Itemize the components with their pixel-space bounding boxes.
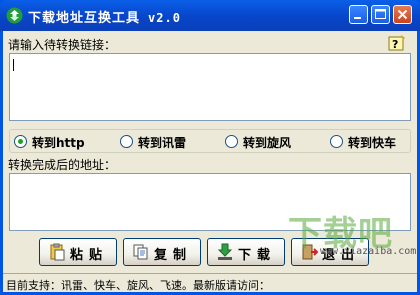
radio-kuaiche-label: 转到快车: [348, 136, 397, 150]
output-label: 转换完成后的地址：: [8, 158, 117, 172]
paste-icon: [50, 243, 65, 261]
status-bar: 目前支持：讯雷、快车、旋风、飞速。最新版请访问：: [3, 273, 417, 292]
text-caret: [13, 59, 14, 71]
radio-http-dot: [14, 135, 27, 148]
app-window: 下载地址互换工具 v2.0 请输入待转换链接： ? 转到http 转到讯雷 转到…: [0, 0, 420, 295]
close-button[interactable]: [393, 5, 412, 24]
copy-button-label: 复制: [154, 248, 193, 263]
copy-icon: [133, 244, 148, 260]
radio-xuanfeng-dot: [225, 135, 238, 148]
input-label: 请输入待转换链接：: [8, 38, 117, 52]
window-version: v2.0: [148, 11, 181, 25]
title-bar[interactable]: 下载地址互换工具 v2.0: [0, 0, 420, 31]
download-button[interactable]: 下载: [207, 238, 285, 266]
radio-xunlei-dot: [120, 135, 133, 148]
radio-xuanfeng-label: 转到旋风: [243, 136, 292, 150]
help-icon[interactable]: ?: [388, 34, 406, 52]
maximize-button[interactable]: [371, 5, 390, 24]
window-title-text: 下载地址互换工具: [28, 11, 141, 26]
paste-button-label: 粘贴: [70, 248, 109, 263]
status-text: 目前支持：讯雷、快车、旋风、飞速。最新版请访问：: [6, 279, 270, 292]
radio-http-label: 转到http: [32, 136, 85, 150]
svg-text:?: ?: [392, 38, 398, 51]
link-input[interactable]: [9, 53, 411, 121]
download-icon: [217, 243, 233, 260]
maximize-icon: [375, 9, 386, 19]
minimize-button[interactable]: [349, 5, 368, 24]
radio-kuaiche-dot: [330, 135, 343, 148]
close-icon: [397, 9, 408, 20]
target-radio-group: 转到http 转到讯雷 转到旋风 转到快车: [9, 129, 411, 153]
app-arrows-icon: [6, 7, 23, 24]
copy-button[interactable]: 复制: [123, 238, 201, 266]
paste-button[interactable]: 粘贴: [39, 238, 117, 266]
download-button-label: 下载: [238, 248, 277, 263]
window-title: 下载地址互换工具 v2.0: [28, 7, 181, 26]
watermark-url: www.xiazaiba.com: [320, 246, 417, 257]
minimize-icon: [354, 17, 361, 19]
radio-xunlei-label: 转到讯雷: [138, 136, 187, 150]
